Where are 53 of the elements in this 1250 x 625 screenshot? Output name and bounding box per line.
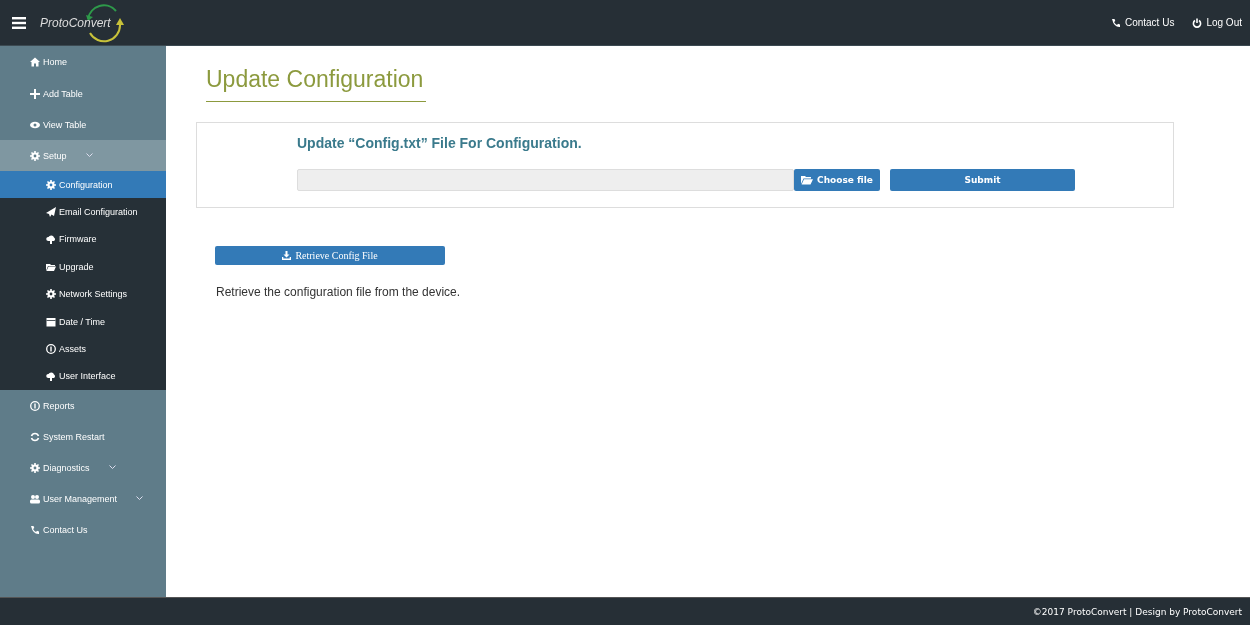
gear-icon bbox=[30, 150, 40, 161]
submenu-item[interactable]: Network Settings bbox=[0, 280, 166, 308]
submit-button[interactable]: Submit bbox=[890, 169, 1075, 191]
home-icon bbox=[30, 57, 40, 67]
submenu-item[interactable]: Email Configuration bbox=[0, 198, 166, 226]
phone-icon bbox=[30, 524, 40, 535]
submenu-item[interactable]: Configuration bbox=[0, 171, 166, 199]
chevron-icon bbox=[136, 496, 144, 502]
choose-file-button[interactable]: Choose file bbox=[794, 169, 880, 191]
phone-icon bbox=[1110, 17, 1121, 28]
folder-icon bbox=[46, 261, 56, 272]
info-icon bbox=[46, 344, 56, 355]
send-icon bbox=[46, 207, 56, 218]
file-field[interactable] bbox=[297, 169, 794, 191]
info-icon bbox=[30, 400, 40, 411]
folder-icon bbox=[801, 175, 814, 185]
eye-icon bbox=[30, 119, 40, 130]
submenu-item[interactable]: Date / Time bbox=[0, 307, 166, 336]
cloud-icon bbox=[46, 234, 56, 245]
cloud-icon bbox=[46, 371, 56, 382]
chevron-icon bbox=[85, 153, 93, 158]
gear-icon bbox=[46, 179, 56, 190]
power-icon bbox=[1192, 17, 1203, 28]
submenu-item[interactable]: Assets bbox=[0, 335, 166, 363]
sidebar-item[interactable]: User Management bbox=[0, 483, 166, 515]
sidebar-item[interactable]: Reports bbox=[0, 390, 166, 422]
upload-heading: Update “Config.txt” File For Configuration. bbox=[297, 135, 583, 151]
submenu-item[interactable]: Firmware bbox=[0, 225, 166, 254]
refresh-icon bbox=[30, 431, 40, 442]
gear-icon bbox=[30, 462, 40, 473]
sidebar-item[interactable]: Diagnostics bbox=[0, 452, 166, 484]
gear-icon bbox=[46, 289, 56, 300]
chevron-icon bbox=[108, 465, 116, 471]
menu-button[interactable] bbox=[12, 16, 26, 29]
sidebar-item[interactable]: Add Table bbox=[0, 78, 166, 109]
sidebar-item[interactable]: Contact Us bbox=[0, 514, 166, 546]
calendar-icon bbox=[46, 316, 56, 327]
users-icon bbox=[30, 493, 40, 504]
submenu-item[interactable]: User Interface bbox=[0, 362, 166, 391]
logo: ProtoConvert bbox=[40, 15, 111, 30]
sidebar-item[interactable]: View Table bbox=[0, 109, 166, 140]
sidebar-item[interactable]: Setup bbox=[0, 140, 166, 171]
download-icon bbox=[282, 251, 292, 260]
header-link[interactable]: Contact Us bbox=[1110, 17, 1175, 28]
header-link[interactable]: Log Out bbox=[1192, 17, 1242, 28]
sidebar-item[interactable]: System Restart bbox=[0, 421, 166, 453]
submenu-item[interactable]: Upgrade bbox=[0, 253, 166, 281]
retrieve-button[interactable]: Retrieve Config File bbox=[215, 246, 445, 265]
footer-text: ©2017 ProtoConvert | Design by ProtoConvert bbox=[1032, 606, 1242, 617]
sidebar-item[interactable]: Home bbox=[0, 46, 166, 78]
page-title: Update Configuration bbox=[206, 66, 426, 102]
description-text: Retrieve the configuration file from the device. bbox=[216, 285, 461, 299]
plus-icon bbox=[30, 88, 40, 99]
